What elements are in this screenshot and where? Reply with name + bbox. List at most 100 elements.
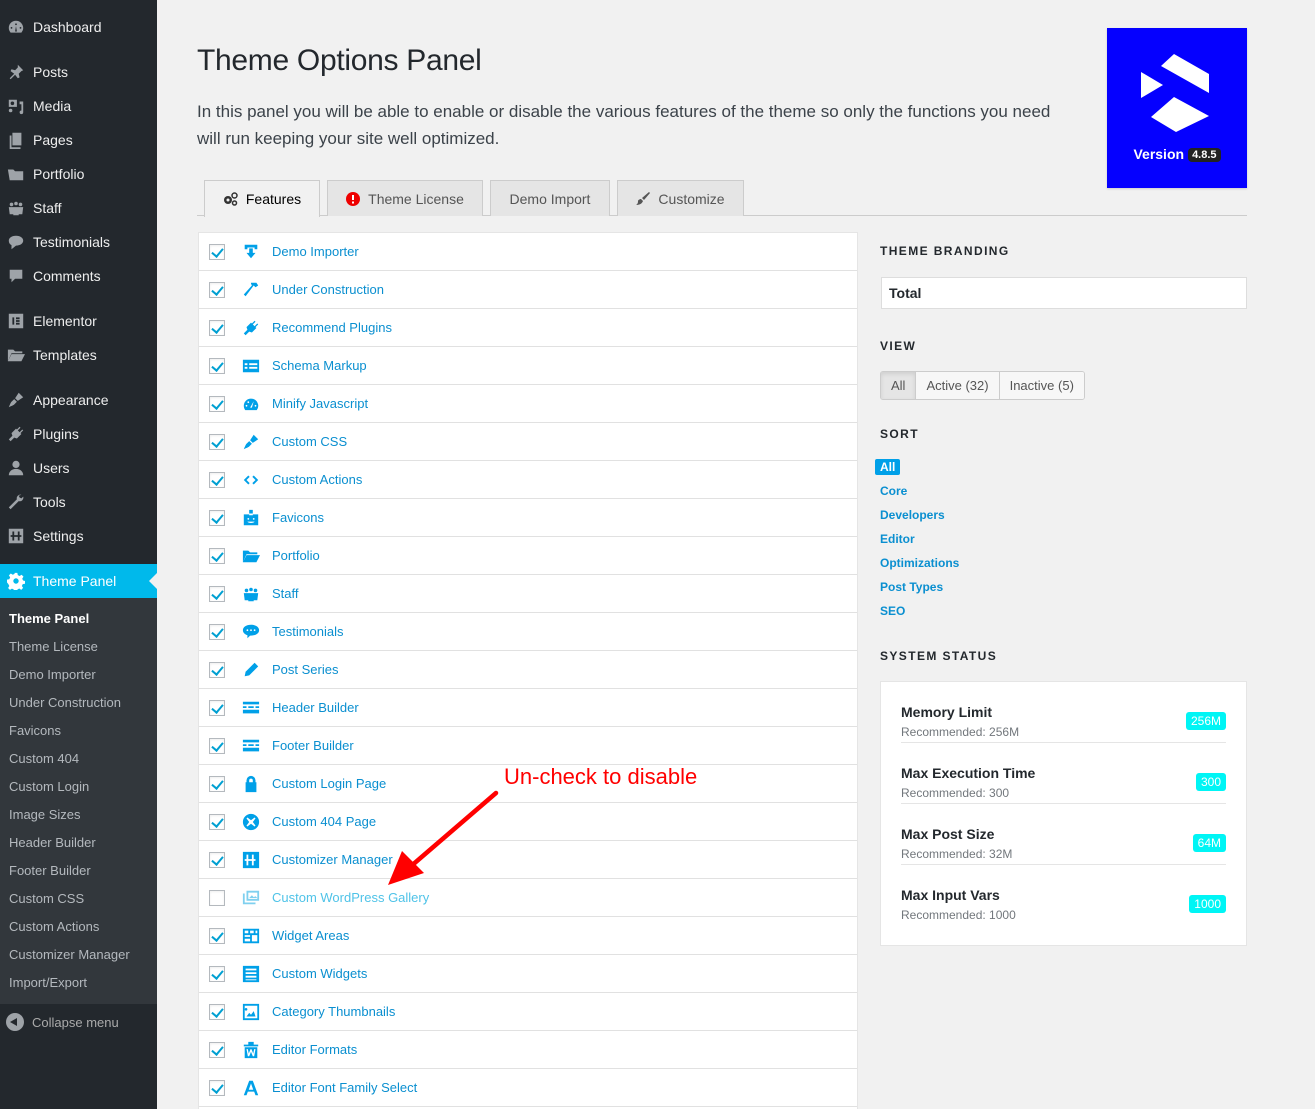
- view-inactive-button[interactable]: Inactive (5): [998, 372, 1084, 399]
- sidebar-item-media[interactable]: Media: [0, 89, 157, 123]
- feature-label[interactable]: Post Series: [272, 662, 338, 677]
- feature-checkbox[interactable]: [209, 281, 225, 298]
- submenu-item-footer-builder[interactable]: Footer Builder: [0, 857, 157, 885]
- feature-label[interactable]: Editor Formats: [272, 1042, 357, 1057]
- sort-optimizations-link[interactable]: Optimizations: [875, 555, 959, 579]
- sidebar-item-posts[interactable]: Posts: [0, 55, 157, 89]
- feature-checkbox[interactable]: [209, 623, 225, 640]
- sort-editor-link[interactable]: Editor: [875, 531, 959, 555]
- feature-checkbox[interactable]: [209, 851, 225, 868]
- sidebar-item-plugins[interactable]: Plugins: [0, 417, 157, 451]
- feature-checkbox[interactable]: [209, 547, 225, 564]
- feature-label[interactable]: Custom Login Page: [272, 776, 386, 791]
- submenu-item-header-builder[interactable]: Header Builder: [0, 829, 157, 857]
- feature-checkbox[interactable]: [209, 1041, 225, 1058]
- submenu-item-image-sizes[interactable]: Image Sizes: [0, 801, 157, 829]
- collapse-menu-button[interactable]: Collapse menu: [0, 1004, 157, 1040]
- sidebar-item-pages[interactable]: Pages: [0, 123, 157, 157]
- feature-label[interactable]: Footer Builder: [272, 738, 354, 753]
- feature-label[interactable]: Header Builder: [272, 700, 359, 715]
- submenu-item-theme-panel[interactable]: Theme Panel: [0, 605, 157, 633]
- tab-features[interactable]: Features: [204, 180, 320, 217]
- feature-checkbox[interactable]: [209, 661, 225, 678]
- feature-checkbox[interactable]: [209, 1079, 225, 1096]
- sidebar-item-tools[interactable]: Tools: [0, 485, 157, 519]
- sidebar-item-staff[interactable]: Staff: [0, 191, 157, 225]
- submenu-item-theme-license[interactable]: Theme License: [0, 633, 157, 661]
- sidebar-item-portfolio[interactable]: Portfolio: [0, 157, 157, 191]
- view-all-button[interactable]: All: [881, 372, 916, 399]
- feature-label[interactable]: Staff: [272, 586, 299, 601]
- feature-checkbox[interactable]: [209, 927, 225, 944]
- feature-label[interactable]: Favicons: [272, 510, 324, 525]
- submenu-item-customizer-manager[interactable]: Customizer Manager: [0, 941, 157, 969]
- view-active-button[interactable]: Active (32): [915, 372, 999, 399]
- feature-checkbox[interactable]: [209, 471, 225, 488]
- feature-label[interactable]: Widget Areas: [272, 928, 349, 943]
- submenu-item-custom-login[interactable]: Custom Login: [0, 773, 157, 801]
- sidebar-item-label: Dashboard: [33, 19, 102, 35]
- feature-label[interactable]: Custom Actions: [272, 472, 362, 487]
- lock-icon: [241, 774, 261, 794]
- sidebar-item-label: Testimonials: [33, 234, 111, 250]
- submenu-item-custom-actions[interactable]: Custom Actions: [0, 913, 157, 941]
- tab-customize[interactable]: Customize: [617, 180, 744, 216]
- paintbrush-icon: [6, 390, 26, 410]
- feature-checkbox[interactable]: [209, 737, 225, 754]
- feature-checkbox[interactable]: [209, 433, 225, 450]
- feature-checkbox[interactable]: [209, 699, 225, 716]
- feature-checkbox[interactable]: [209, 813, 225, 830]
- feature-label[interactable]: Schema Markup: [272, 358, 367, 373]
- feature-checkbox[interactable]: [209, 585, 225, 602]
- sidebar-item-label: Elementor: [33, 313, 97, 329]
- submenu-item-import-export[interactable]: Import/Export: [0, 969, 157, 997]
- submenu-item-custom-404[interactable]: Custom 404: [0, 745, 157, 773]
- feature-label[interactable]: Recommend Plugins: [272, 320, 392, 335]
- feature-label[interactable]: Custom 404 Page: [272, 814, 376, 829]
- feature-checkbox[interactable]: [209, 1003, 225, 1020]
- sidebar-item-settings[interactable]: Settings: [0, 519, 157, 553]
- feature-checkbox[interactable]: [209, 775, 225, 792]
- feature-checkbox[interactable]: [209, 509, 225, 526]
- submenu-item-custom-css[interactable]: Custom CSS: [0, 885, 157, 913]
- sidebar-item-theme-panel[interactable]: Theme Panel: [0, 564, 157, 598]
- feature-label[interactable]: Custom Widgets: [272, 966, 367, 981]
- sidebar-item-label: Theme Panel: [33, 573, 117, 589]
- feature-label[interactable]: Portfolio: [272, 548, 320, 563]
- sidebar-item-users[interactable]: Users: [0, 451, 157, 485]
- feature-label[interactable]: Editor Font Family Select: [272, 1080, 417, 1095]
- sort-developers-link[interactable]: Developers: [875, 507, 959, 531]
- feature-label[interactable]: Demo Importer: [272, 244, 359, 259]
- feature-checkbox[interactable]: [209, 357, 225, 374]
- feature-label[interactable]: Customizer Manager: [272, 852, 393, 867]
- feature-label[interactable]: Under Construction: [272, 282, 384, 297]
- sidebar-item-templates[interactable]: Templates: [0, 338, 157, 372]
- wrench-icon: [6, 492, 26, 512]
- sidebar-item-elementor[interactable]: Elementor: [0, 304, 157, 338]
- feature-checkbox[interactable]: [209, 889, 225, 906]
- feature-checkbox[interactable]: [209, 243, 225, 260]
- sidebar-item-appearance[interactable]: Appearance: [0, 383, 157, 417]
- feature-checkbox[interactable]: [209, 395, 225, 412]
- theme-branding-input[interactable]: [881, 277, 1247, 309]
- sort-post-types-link[interactable]: Post Types: [875, 579, 959, 603]
- sort-all-link[interactable]: All: [875, 459, 959, 483]
- feature-label[interactable]: Custom CSS: [272, 434, 347, 449]
- sort-core-link[interactable]: Core: [875, 483, 959, 507]
- tab-demo-import[interactable]: Demo Import: [490, 180, 610, 216]
- feature-label[interactable]: Category Thumbnails: [272, 1004, 395, 1019]
- feature-checkbox[interactable]: [209, 319, 225, 336]
- feature-label[interactable]: Minify Javascript: [272, 396, 368, 411]
- sort-seo-link[interactable]: SEO: [875, 603, 959, 627]
- feature-label[interactable]: Testimonials: [272, 624, 344, 639]
- sidebar-item-comments[interactable]: Comments: [0, 259, 157, 293]
- sidebar-item-testimonials[interactable]: Testimonials: [0, 225, 157, 259]
- sidebar-item-dashboard[interactable]: Dashboard: [0, 10, 157, 44]
- tab-theme-license[interactable]: Theme License: [327, 180, 483, 216]
- theme-panel-submenu: Theme Panel Theme License Demo Importer …: [0, 598, 157, 1004]
- submenu-item-demo-importer[interactable]: Demo Importer: [0, 661, 157, 689]
- submenu-item-favicons[interactable]: Favicons: [0, 717, 157, 745]
- page-description: In this panel you will be able to enable…: [197, 102, 1051, 148]
- feature-checkbox[interactable]: [209, 965, 225, 982]
- submenu-item-under-construction[interactable]: Under Construction: [0, 689, 157, 717]
